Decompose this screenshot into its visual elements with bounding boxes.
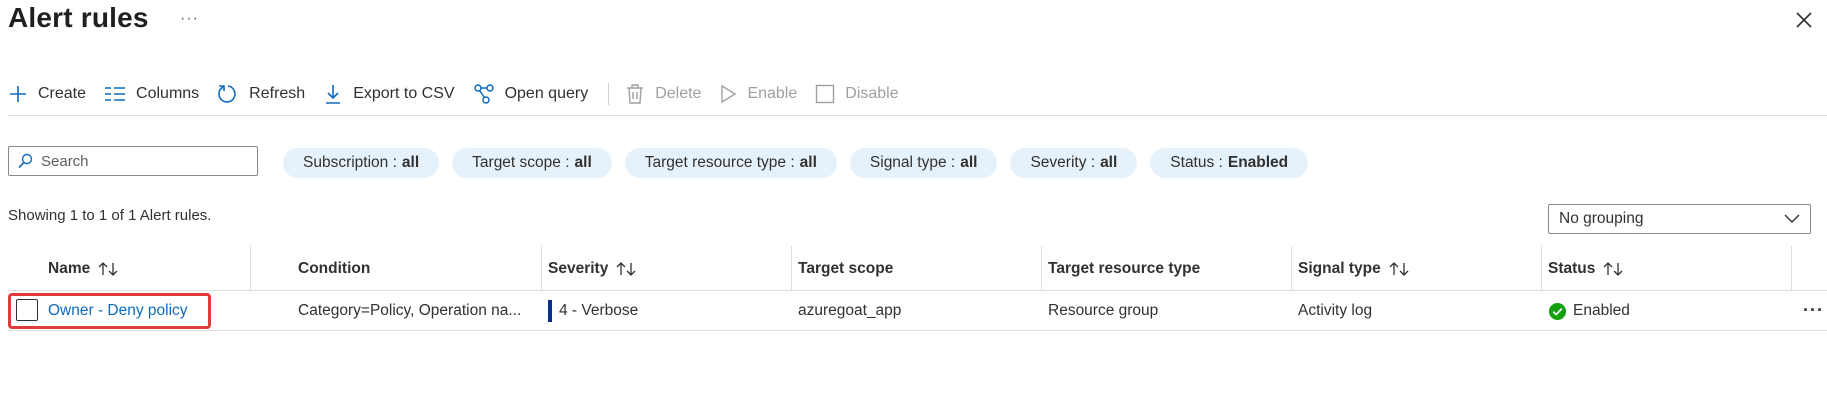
cell-target-resource-type: Resource group [1048, 302, 1159, 319]
rule-name-link[interactable]: Owner - Deny policy [48, 291, 188, 331]
play-icon [721, 84, 737, 104]
filter-severity[interactable]: Severity : all [1010, 148, 1138, 178]
toolbar-separator [608, 83, 610, 105]
sort-icon [616, 261, 636, 276]
refresh-label: Refresh [249, 85, 306, 102]
toolbar-divider [8, 115, 1827, 116]
grouping-selected: No grouping [1559, 210, 1644, 227]
sort-icon [98, 261, 118, 276]
filter-value: all [574, 154, 592, 171]
column-header-condition: Condition [298, 246, 370, 291]
search-icon [18, 153, 33, 169]
open-query-button[interactable]: Open query [473, 78, 589, 110]
column-divider [541, 246, 542, 291]
filter-value: all [1100, 154, 1118, 171]
column-label: Name [48, 259, 91, 277]
filter-label: Subscription : [303, 154, 397, 171]
sort-icon [1603, 261, 1623, 276]
column-header-target-scope: Target scope [798, 246, 893, 291]
disable-label: Disable [845, 85, 899, 102]
search-box[interactable] [8, 146, 258, 176]
status-label: Enabled [1573, 302, 1630, 319]
export-csv-label: Export to CSV [353, 85, 455, 102]
delete-label: Delete [655, 85, 702, 102]
column-label: Target resource type [1048, 259, 1201, 277]
filter-value: Enabled [1227, 154, 1289, 171]
command-bar: Create Columns Refresh Export to CSV Ope… [8, 78, 917, 110]
filter-label: Target resource type : [644, 154, 795, 171]
severity-label: 4 - Verbose [559, 302, 639, 319]
header-more-button[interactable]: ··· [180, 10, 199, 28]
filter-value: all [960, 154, 978, 171]
grid-header: Name Condition Severity Target scope Tar… [8, 246, 1827, 291]
filter-pills: Subscription : all Target scope : all Targ… [283, 148, 1321, 178]
filter-label: Target scope : [472, 154, 570, 171]
create-button[interactable]: Create [8, 78, 86, 110]
filter-label: Severity : [1030, 154, 1096, 171]
download-icon [326, 85, 341, 104]
column-header-severity[interactable]: Severity [548, 246, 636, 291]
column-divider [1541, 246, 1542, 291]
column-label: Severity [548, 259, 609, 277]
disable-button[interactable]: Disable [815, 78, 899, 110]
grouping-dropdown[interactable]: No grouping [1548, 204, 1811, 234]
plus-icon [10, 86, 26, 102]
enable-button[interactable]: Enable [719, 78, 797, 110]
column-divider [1291, 246, 1292, 291]
column-label: Status [1548, 259, 1596, 277]
cell-target-scope: azuregoat_app [798, 302, 902, 319]
open-query-label: Open query [504, 85, 589, 102]
column-divider [1791, 246, 1792, 291]
refresh-icon [218, 85, 236, 103]
filter-label: Signal type : [869, 154, 956, 171]
column-divider [791, 246, 792, 291]
column-label: Condition [298, 259, 371, 277]
filter-target-resource-type[interactable]: Target resource type : all [624, 148, 837, 178]
results-summary: Showing 1 to 1 of 1 Alert rules. [8, 207, 212, 224]
column-header-signal-type[interactable]: Signal type [1298, 246, 1409, 291]
check-circle-icon [1548, 302, 1567, 320]
filter-subscription[interactable]: Subscription : all [283, 148, 440, 178]
page-title: Alert rules [8, 2, 149, 33]
sort-icon [1389, 261, 1409, 276]
filter-value: all [401, 154, 420, 171]
filter-value: all [799, 154, 817, 171]
filter-target-scope[interactable]: Target scope : all [452, 148, 612, 178]
export-csv-button[interactable]: Export to CSV [323, 78, 455, 110]
square-icon [816, 84, 835, 104]
close-icon[interactable] [1792, 8, 1816, 32]
cell-signal-type: Activity log [1298, 302, 1373, 319]
column-header-name[interactable]: Name [48, 246, 118, 291]
columns-label: Columns [136, 85, 200, 102]
column-label: Target scope [798, 259, 894, 277]
column-divider [250, 246, 251, 291]
column-header-target-resource-type: Target resource type [1048, 246, 1200, 291]
table-row[interactable]: Owner - Deny policy Category=Policy, Ope… [8, 291, 1827, 331]
columns-button[interactable]: Columns [104, 78, 199, 110]
search-input[interactable] [41, 152, 241, 170]
enable-label: Enable [747, 85, 798, 102]
query-icon [473, 84, 494, 104]
row-more-button[interactable]: ··· [1803, 300, 1824, 321]
columns-icon [105, 87, 126, 101]
alert-rules-page: Alert rules ··· Create Columns Refresh E… [0, 0, 1827, 417]
column-divider [1041, 246, 1042, 291]
column-header-status[interactable]: Status [1548, 246, 1623, 291]
filter-status[interactable]: Status : Enabled [1150, 148, 1309, 178]
cell-status: Enabled [1548, 291, 1630, 331]
row-checkbox[interactable] [16, 299, 38, 321]
delete-button[interactable]: Delete [625, 78, 701, 110]
refresh-button[interactable]: Refresh [217, 78, 305, 110]
chevron-down-icon [1784, 214, 1800, 223]
filter-label: Status : [1170, 154, 1223, 171]
trash-icon [627, 84, 644, 104]
cell-severity: 4 - Verbose [548, 291, 638, 331]
rule-name[interactable]: Owner - Deny policy [48, 302, 188, 320]
filter-signal-type[interactable]: Signal type : all [849, 148, 998, 178]
cell-condition: Category=Policy, Operation na... [298, 302, 522, 319]
create-label: Create [38, 85, 87, 102]
column-label: Signal type [1298, 259, 1381, 277]
severity-bar [548, 300, 552, 322]
